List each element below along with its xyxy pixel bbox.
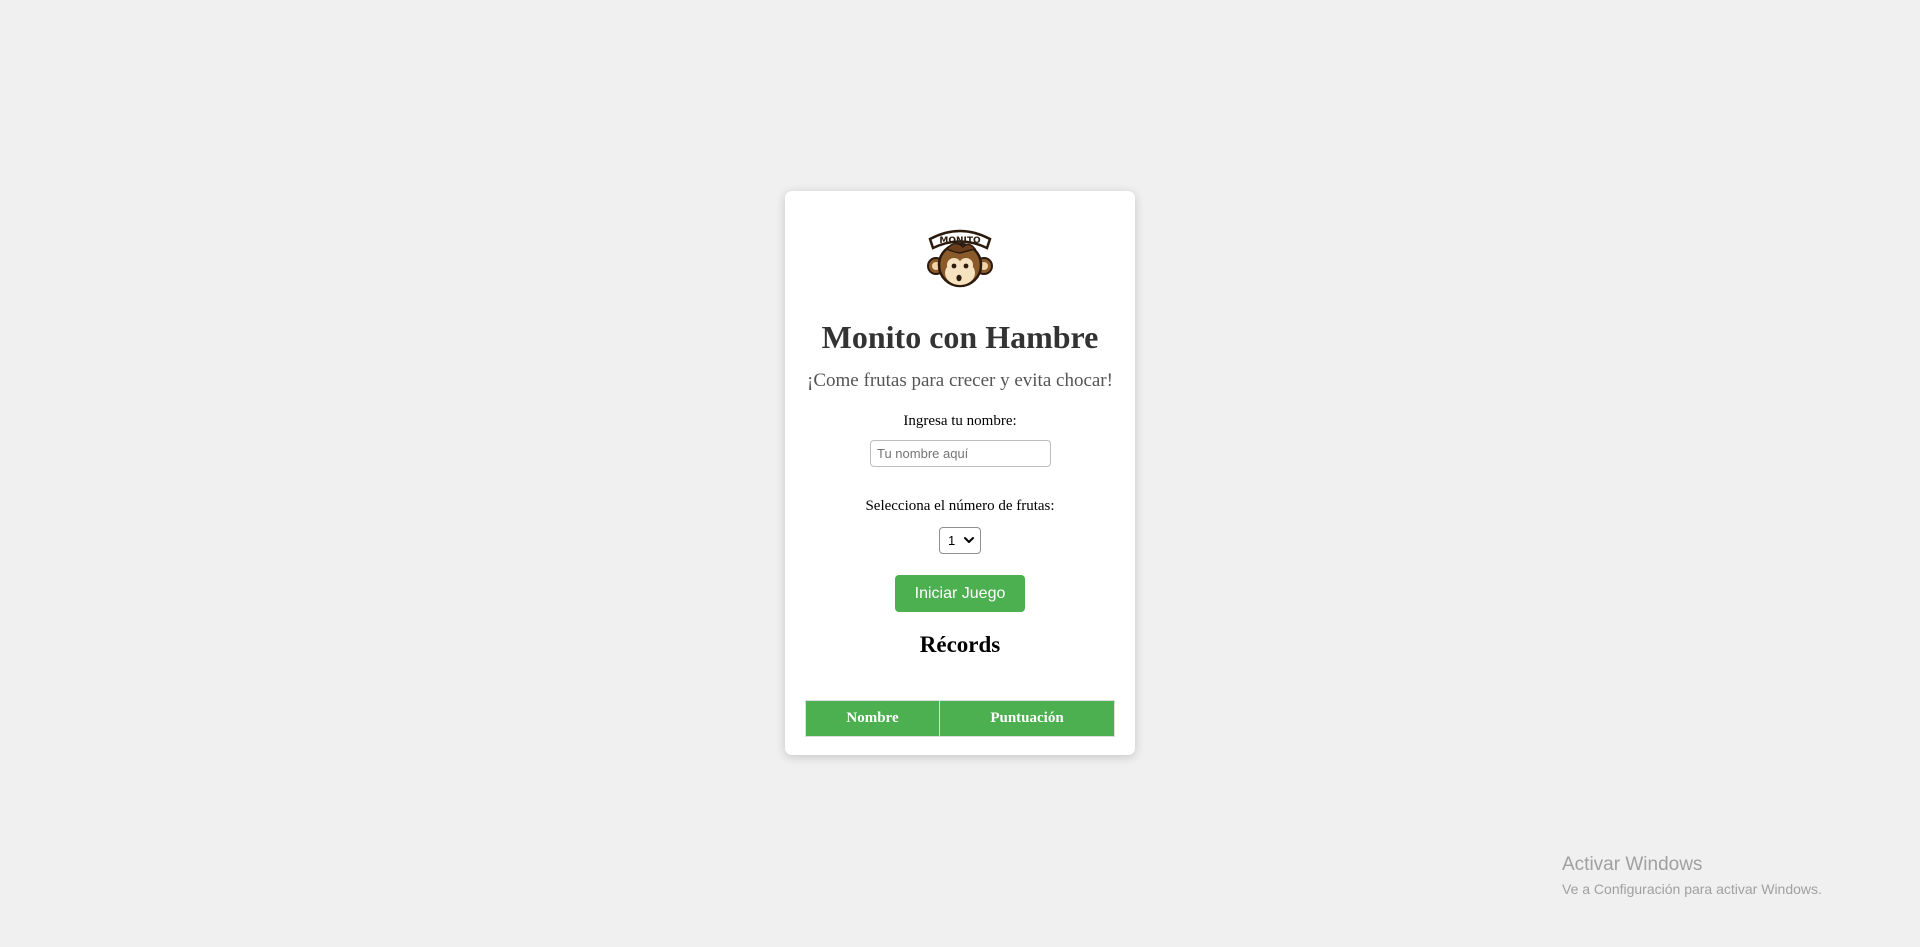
column-header-name: Nombre [805,700,940,737]
fruits-count-value: 1 [948,533,956,548]
page-subtitle: ¡Come frutas para crecer y evita chocar! [807,370,1113,391]
fruits-count-select[interactable]: 1 [939,527,981,554]
windows-activation-watermark: Activar Windows Ve a Configuración para … [1562,855,1822,897]
monkey-logo-icon: MONITO [927,229,993,288]
name-input[interactable] [870,440,1051,467]
start-game-button[interactable]: Iniciar Juego [895,575,1025,612]
page-title: Monito con Hambre [821,319,1099,355]
records-title: Récords [919,632,1001,657]
records-header-row: Nombre Puntuación [805,700,1115,737]
watermark-title: Activar Windows [1562,854,1703,875]
column-header-score: Puntuación [939,700,1115,737]
start-card: MONITO Monito con Hambre ¡Come frutas pa… [785,191,1135,755]
fruits-count-label: Selecciona el número de frutas: [865,498,1055,514]
records-table: Nombre Puntuación [805,700,1115,737]
watermark-subtitle: Ve a Configuración para activar Windows. [1562,881,1822,897]
chevron-down-icon [964,537,974,543]
svg-text:MONITO: MONITO [939,236,981,246]
name-label: Ingresa tu nombre: [903,413,1017,429]
